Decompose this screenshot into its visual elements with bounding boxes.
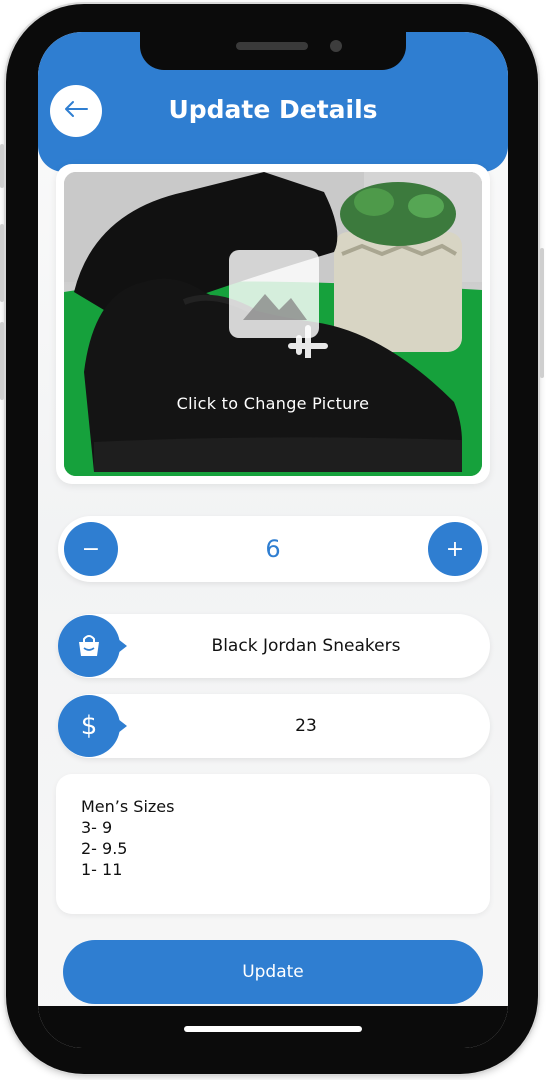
quantity-stepper: − 6 +	[58, 516, 488, 582]
arrow-left-icon	[63, 100, 89, 122]
product-name-value: Black Jordan Sneakers	[211, 636, 401, 656]
notch	[140, 32, 406, 70]
front-camera	[330, 40, 342, 52]
back-button[interactable]	[50, 85, 102, 137]
product-photo[interactable]: Click to Change Picture	[64, 172, 482, 476]
app-screen: Update Details Click to Change Picture −…	[38, 32, 508, 1048]
price-value: 23	[295, 716, 317, 736]
product-photo-card: Click to Change Picture	[56, 164, 490, 484]
price-field[interactable]: $ 23	[58, 694, 490, 758]
product-name-field[interactable]: Black Jordan Sneakers	[58, 614, 490, 678]
minus-icon: −	[81, 536, 101, 562]
mute-switch	[0, 144, 4, 188]
speaker	[236, 42, 308, 50]
dollar-icon: $	[58, 695, 127, 757]
power-button	[540, 248, 544, 378]
quantity-value: 6	[265, 535, 281, 563]
plus-icon: +	[445, 536, 465, 562]
description-field[interactable]: Men’s Sizes 3- 9 2- 9.5 1- 11	[56, 774, 490, 914]
home-indicator[interactable]	[184, 1026, 362, 1032]
update-button[interactable]: Update	[63, 940, 483, 1004]
volume-down-button	[0, 322, 4, 400]
change-picture-label: Click to Change Picture	[176, 394, 370, 413]
volume-up-button	[0, 224, 4, 302]
decrease-quantity-button[interactable]: −	[64, 522, 118, 576]
increase-quantity-button[interactable]: +	[428, 522, 482, 576]
currency-symbol: $	[80, 711, 98, 741]
page-title: Update Details	[168, 95, 378, 124]
shopping-bag-icon	[58, 615, 127, 677]
description-text: Men’s Sizes 3- 9 2- 9.5 1- 11	[81, 797, 175, 879]
bottom-bar	[38, 1006, 508, 1048]
